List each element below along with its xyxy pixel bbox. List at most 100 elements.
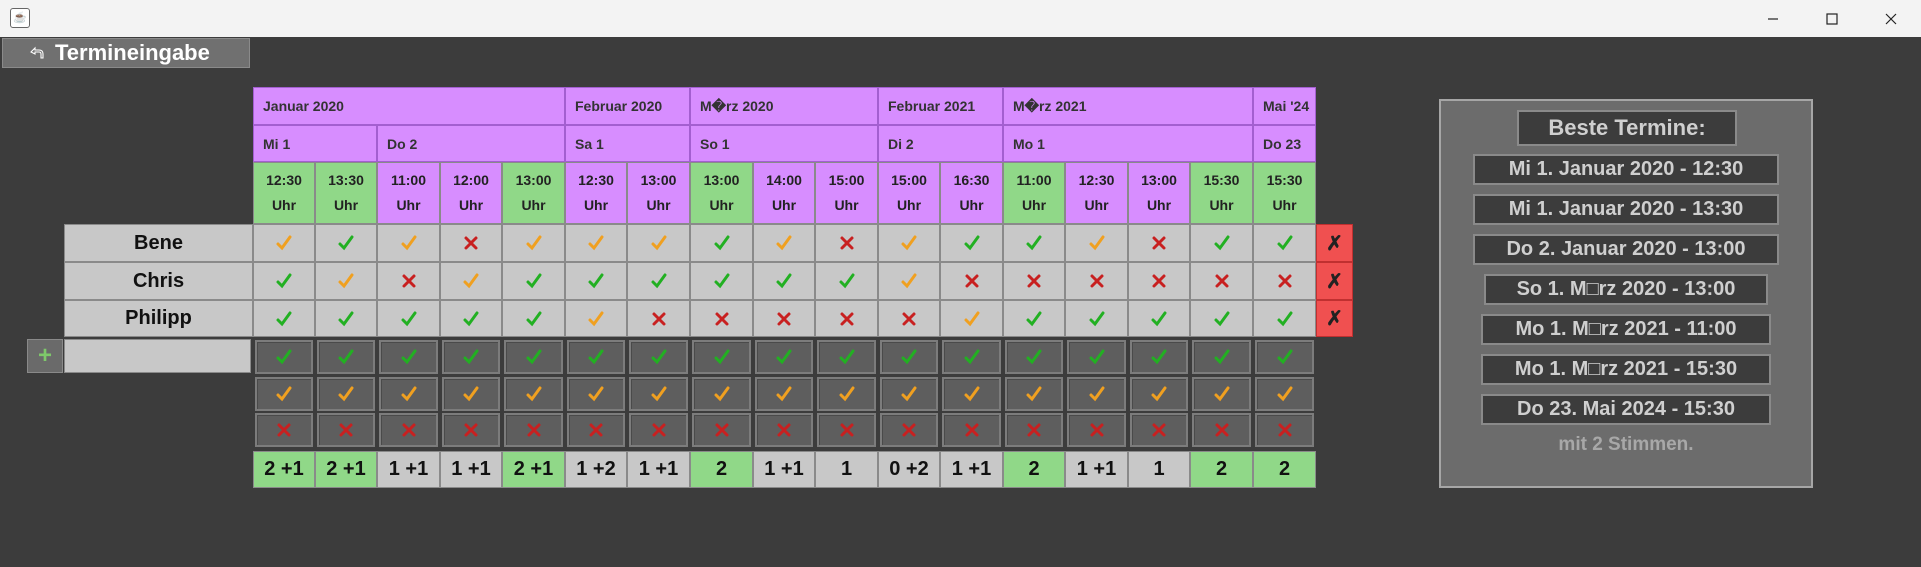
vote-yes-button[interactable] — [504, 340, 563, 374]
vote-yes-button[interactable] — [1255, 340, 1314, 374]
checkmark-icon — [776, 273, 792, 289]
vote-cell — [627, 300, 690, 337]
vote-no-button[interactable] — [567, 413, 625, 447]
vote-yes-button[interactable] — [1005, 340, 1063, 374]
vote-maybe-button[interactable] — [817, 377, 876, 411]
vote-yes-button[interactable] — [1067, 340, 1126, 374]
vote-maybe-button[interactable] — [255, 377, 313, 411]
checkmark-icon — [714, 273, 729, 289]
vote-cell — [315, 224, 377, 262]
vote-total-cell: 1 +1 — [753, 451, 815, 488]
vote-yes-button[interactable] — [817, 340, 876, 374]
maybe-checkmark-icon — [526, 386, 541, 402]
day-header: Sa 1 — [565, 125, 690, 162]
vote-no-button[interactable] — [1192, 413, 1251, 447]
minimize-button[interactable] — [1745, 0, 1801, 37]
vote-no-button[interactable] — [755, 413, 813, 447]
back-to-termineingabe-button[interactable]: Termineingabe — [2, 38, 250, 68]
time-slot-header: 13:00 Uhr — [502, 162, 565, 224]
vote-no-button[interactable] — [255, 413, 313, 447]
cross-icon — [589, 423, 603, 437]
maybe-checkmark-icon — [1089, 386, 1104, 402]
vote-cell — [815, 262, 878, 300]
new-participant-name-input[interactable] — [64, 339, 251, 373]
vote-yes-button[interactable] — [755, 340, 813, 374]
back-button-label: Termineingabe — [55, 40, 210, 65]
cross-icon — [652, 312, 665, 325]
maybe-checkmark-icon — [276, 386, 292, 402]
time-slot-header: 16:30 Uhr — [940, 162, 1003, 224]
vote-yes-button[interactable] — [942, 340, 1001, 374]
vote-total-cell: 2 +1 — [253, 451, 315, 488]
vote-maybe-button[interactable] — [1130, 377, 1188, 411]
vote-no-button[interactable] — [1067, 413, 1126, 447]
vote-no-button[interactable] — [1005, 413, 1063, 447]
vote-cell — [1128, 224, 1190, 262]
maybe-checkmark-icon — [1151, 386, 1167, 402]
add-participant-button[interactable]: + — [27, 339, 63, 373]
maximize-button[interactable] — [1804, 0, 1860, 37]
vote-maybe-button[interactable] — [755, 377, 813, 411]
vote-maybe-button[interactable] — [1192, 377, 1251, 411]
vote-maybe-button[interactable] — [880, 377, 938, 411]
vote-yes-button[interactable] — [567, 340, 625, 374]
vote-no-button[interactable] — [1255, 413, 1314, 447]
vote-maybe-button[interactable] — [442, 377, 500, 411]
vote-no-button[interactable] — [442, 413, 500, 447]
vote-no-button[interactable] — [880, 413, 938, 447]
maybe-checkmark-icon — [338, 273, 354, 289]
vote-maybe-button[interactable] — [942, 377, 1001, 411]
vote-cell — [940, 262, 1003, 300]
vote-maybe-button[interactable] — [1005, 377, 1063, 411]
vote-yes-button[interactable] — [1192, 340, 1251, 374]
vote-maybe-button[interactable] — [504, 377, 563, 411]
best-dates-title: Beste Termine: — [1517, 110, 1737, 146]
vote-no-button[interactable] — [942, 413, 1001, 447]
vote-no-button[interactable] — [629, 413, 688, 447]
checkmark-icon — [338, 235, 354, 251]
vote-maybe-button[interactable] — [1255, 377, 1314, 411]
vote-cell — [502, 300, 565, 337]
vote-yes-button[interactable] — [880, 340, 938, 374]
vote-no-button[interactable] — [379, 413, 438, 447]
vote-no-button[interactable] — [317, 413, 375, 447]
vote-yes-button[interactable] — [692, 340, 751, 374]
vote-total-cell: 0 +2 — [878, 451, 940, 488]
vote-maybe-button[interactable] — [629, 377, 688, 411]
cross-icon — [840, 312, 853, 325]
delete-participant-button[interactable]: ✗ — [1316, 224, 1353, 262]
vote-cell — [690, 224, 753, 262]
time-unit: Uhr — [396, 197, 421, 213]
vote-maybe-button[interactable] — [1067, 377, 1126, 411]
vote-yes-button[interactable] — [629, 340, 688, 374]
month-header: Januar 2020 — [253, 87, 565, 125]
maybe-checkmark-icon — [401, 235, 416, 251]
time-value: 13:30 — [328, 172, 364, 188]
vote-total-cell: 1 — [815, 451, 878, 488]
vote-maybe-button[interactable] — [567, 377, 625, 411]
best-dates-panel: Beste Termine: Mi 1. Januar 2020 - 12:30… — [1439, 99, 1813, 488]
vote-yes-button[interactable] — [1130, 340, 1188, 374]
vote-yes-button[interactable] — [379, 340, 438, 374]
vote-no-button[interactable] — [504, 413, 563, 447]
time-slot-header: 13:00 Uhr — [1128, 162, 1190, 224]
delete-participant-button[interactable]: ✗ — [1316, 300, 1353, 337]
vote-yes-button[interactable] — [255, 340, 313, 374]
close-button[interactable] — [1863, 0, 1919, 37]
month-header: Februar 2021 — [878, 87, 1003, 125]
vote-no-button[interactable] — [1130, 413, 1188, 447]
vote-maybe-button[interactable] — [379, 377, 438, 411]
time-unit: Uhr — [896, 197, 922, 213]
maybe-checkmark-icon — [901, 235, 917, 251]
vote-no-button[interactable] — [692, 413, 751, 447]
time-value: 12:00 — [453, 172, 489, 188]
vote-yes-button[interactable] — [442, 340, 500, 374]
vote-yes-button[interactable] — [317, 340, 375, 374]
time-value: 13:00 — [640, 172, 677, 188]
vote-no-button[interactable] — [817, 413, 876, 447]
vote-maybe-button[interactable] — [317, 377, 375, 411]
participant-name: Philipp — [64, 300, 253, 337]
time-slot-header: 11:00 Uhr — [1003, 162, 1065, 224]
vote-maybe-button[interactable] — [692, 377, 751, 411]
delete-participant-button[interactable]: ✗ — [1316, 262, 1353, 300]
